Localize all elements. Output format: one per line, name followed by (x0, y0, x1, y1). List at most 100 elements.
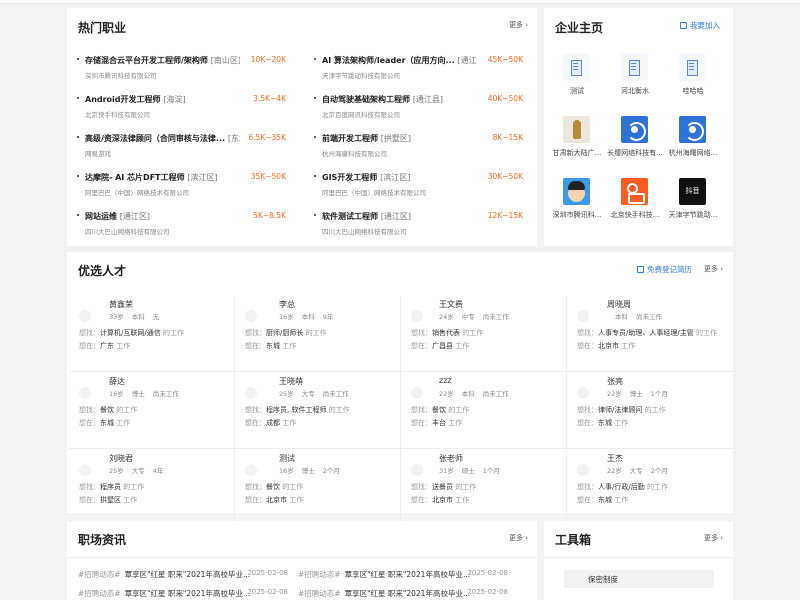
job-item[interactable]: GIS开发工程师 [滨江区] 30K~50K 阿里巴巴（中国）网络技术有限公司 (314, 172, 529, 200)
job-item[interactable]: 前端开发工程师 [拱墅区] 8K~15K 杭州海康科技有限公司 (314, 133, 529, 161)
job-title[interactable]: 高级/资深法律顾问（合同审核与法律... [东城] (85, 133, 240, 144)
company-card[interactable]: 河北衡水 (606, 54, 664, 96)
talent-name[interactable]: 张亮 (607, 376, 707, 387)
talent-education: 大专 (131, 467, 145, 475)
talent-age: 33岁 (109, 313, 124, 321)
talent-name[interactable]: 王文费 (439, 299, 539, 310)
bullet-dot (77, 175, 79, 177)
talent-card[interactable]: 张老师 31岁 硕士 1个月 想找：送餐员 的工作 想在：北京市 工作 (401, 450, 567, 526)
job-title[interactable]: 前端开发工程师 [拱墅区] (322, 133, 411, 144)
job-company[interactable]: 天津字节跳动科技有限公司 (322, 70, 400, 80)
work-word: 工作 (116, 419, 131, 427)
job-salary: 30K~50K (487, 172, 523, 181)
talent-want: 想找：送餐员 的工作 (411, 482, 476, 492)
work-word: 工作 (123, 496, 138, 504)
talent-card[interactable]: 王晓萌 25岁 大专 尚未工作 想找：程序员, 软件工程师 的工作 想在：成都 工作 (235, 373, 401, 449)
job-company[interactable]: 阿里巴巴（中国）网络技术有限公司 (85, 187, 189, 197)
talent-card[interactable]: 测试 16岁 博士 2个月 想找：餐饮 的工作 想在：北京市 工作 (235, 450, 401, 526)
talent-name[interactable]: 张老师 (439, 453, 539, 464)
job-title[interactable]: 存储混合云平台开发工程师/架构师 [南山区] (85, 55, 240, 66)
job-company[interactable]: 网易游戏 (85, 148, 111, 158)
job-company[interactable]: 北京快手科技有限公司 (85, 109, 150, 119)
job-item[interactable]: AI 算法架构师/leader（应用方向... [通江县] 45K~50K 天津字节… (314, 55, 529, 83)
talent-card[interactable]: 王杰 22岁 大专 2个月 想找：人事/行政/后勤 的工作 想在：东城 工作 (567, 450, 733, 526)
job-item[interactable]: 达摩院- AI 芯片DFT工程师 [滨江区] 35K~50K 阿里巴巴（中国）网络技… (77, 172, 292, 200)
talent-name[interactable]: 李总 (279, 299, 379, 310)
talents-more-link[interactable]: 更多 (704, 264, 723, 274)
job-title[interactable]: 软件测试工程师 [通江区] (322, 211, 411, 222)
job-title[interactable]: GIS开发工程师 [滨江区] (322, 172, 410, 183)
toolbox-item[interactable]: 保密制度 (564, 570, 714, 588)
talent-card[interactable]: 张亮 22岁 博士 1个月 想找：律师/法律顾问 的工作 想在：东城 工作 (567, 373, 733, 449)
company-card[interactable]: 深圳市腾讯科... (548, 178, 606, 220)
news-item[interactable]: #招聘动态# 覃享区"红星 职来"2021年高校毕业... 2025-02-08 (78, 588, 288, 600)
talent-name[interactable]: 测试 (279, 453, 379, 464)
talent-name[interactable]: 周晓周 (607, 299, 707, 310)
place-label: 想在： (245, 419, 266, 427)
job-title[interactable]: Android开发工程师 [海淀] (85, 94, 186, 105)
job-company[interactable]: 四川大巴山网络科技有限公司 (322, 226, 407, 236)
page-top-strip (0, 0, 800, 4)
bullet-dot (77, 214, 79, 216)
company-card[interactable]: 抖音 天津字节跳动... (664, 178, 722, 220)
job-item[interactable]: 存储混合云平台开发工程师/架构师 [南山区] 10K~20K 深圳市腾讯科技有限公司 (77, 55, 292, 83)
company-card[interactable]: 长缨网络科技有... (606, 116, 664, 158)
talent-card[interactable]: zzz 22岁 本科 尚未工作 想找：餐饮 的工作 想在：丰台 工作 (401, 373, 567, 449)
register-resume-link[interactable]: 免费登记简历 (637, 264, 692, 275)
bullet-dot (314, 97, 316, 99)
work-suffix: 的工作 (282, 483, 304, 491)
news-item[interactable]: #招聘动态# 覃享区"红星 职来"2021年高校毕业... 2025-02-08 (78, 569, 288, 581)
talent-card[interactable]: 黄鑫荣 33岁 本科无想找：计算机/互联网/通信 的工作 想在：广东 工作 (69, 296, 235, 372)
toolbox-more-link[interactable]: 更多 (704, 533, 723, 543)
douyin-logo: 抖音 (679, 178, 706, 205)
news-item[interactable]: #招聘动态# 覃享区"红星 职来"2021年高校毕业... 2025-02-08 (298, 588, 508, 600)
talent-name[interactable]: 刘晓君 (109, 453, 209, 464)
job-company[interactable]: 杭州海康科技有限公司 (322, 148, 387, 158)
news-more-link[interactable]: 更多 (509, 533, 528, 543)
talent-card[interactable]: 李总 16岁 本科 9年 想找：厨师/厨师长 的工作 想在：东城 工作 (235, 296, 401, 372)
job-item[interactable]: 自动驾驶基础架构工程师 [通江县] 40K~50K 北京百度网讯科技有限公司 (314, 94, 529, 122)
join-link[interactable]: 我要加入 (680, 20, 720, 31)
job-item[interactable]: 网站运维 [通江区] 5K~8.5K 四川大巴山网络科技有限公司 (77, 211, 292, 239)
job-item[interactable]: 高级/资深法律顾问（合同审核与法律... [东城] 6.5K~35K 网易游戏 (77, 133, 292, 161)
job-title[interactable]: 达摩院- AI 芯片DFT工程师 [滨江区] (85, 172, 218, 183)
job-item[interactable]: 软件测试工程师 [通江区] 12K~15K 四川大巴山网络科技有限公司 (314, 211, 529, 239)
company-card[interactable]: 甘肃新大陆广... (548, 116, 606, 158)
news-item[interactable]: #招聘动态# 覃享区"红星 职来"2021年高校毕业... 2025-02-08 (298, 569, 508, 581)
want-label: 想找： (411, 329, 432, 337)
job-title[interactable]: 自动驾驶基础架构工程师 [通江县] (322, 94, 443, 105)
want-value: 程序员, 软件工程师 (266, 406, 327, 414)
talent-experience: 无 (152, 313, 160, 321)
job-title[interactable]: 网站运维 [通江区] (85, 211, 150, 222)
want-value: 人事/行政/后勤 (598, 483, 645, 491)
talent-age: 25岁 (279, 390, 294, 398)
talent-want: 想找：人事专员/助理、人事经理/主管 的工作 (577, 328, 717, 338)
talent-name[interactable]: 薛达 (109, 376, 209, 387)
talent-card[interactable]: 王文费 24岁 中专 尚未工作 想找：销售代表 的工作 想在：广昌县 工作 (401, 296, 567, 372)
talent-place: 想在：北京市 工作 (411, 495, 469, 505)
job-company[interactable]: 阿里巴巴（中国）网络技术有限公司 (322, 187, 426, 197)
talent-education: 本科 (301, 313, 315, 321)
talent-age: 22岁 (607, 390, 622, 398)
job-company[interactable]: 深圳市腾讯科技有限公司 (85, 70, 157, 80)
job-company[interactable]: 四川大巴山网络科技有限公司 (85, 226, 170, 236)
sculpture-logo (563, 116, 590, 143)
talent-card[interactable]: 薛达 16岁 博士 尚未工作 想找：餐饮 的工作 想在：东城 工作 (69, 373, 235, 449)
talent-card[interactable]: 周晓周 本科 尚未工作 想找：人事专员/助理、人事经理/主管 的工作 想在：北京市 工作 (567, 296, 733, 372)
talent-name[interactable]: 黄鑫荣 (109, 299, 209, 310)
company-card[interactable]: 北京快手科技... (606, 178, 664, 220)
talent-card[interactable]: 刘晓君 25岁 大专 4年 想找：程序员 的工作 想在：拱墅区 工作 (69, 450, 235, 526)
company-card[interactable]: 哇哈哈 (664, 54, 722, 96)
hot-jobs-more-link[interactable]: 更多 (509, 20, 528, 30)
talent-name[interactable]: zzz (439, 376, 539, 385)
job-item[interactable]: Android开发工程师 [海淀] 3.5K~4K 北京快手科技有限公司 (77, 94, 292, 122)
talent-name[interactable]: 王晓萌 (279, 376, 379, 387)
company-card[interactable]: 测试 (548, 54, 606, 96)
news-text: 覃享区"红星 职来"2021年高校毕业... (124, 570, 251, 579)
work-word: 工作 (116, 342, 131, 350)
talent-name[interactable]: 王杰 (607, 453, 707, 464)
company-card[interactable]: 杭州海曙网络... (664, 116, 722, 158)
job-company[interactable]: 北京百度网讯科技有限公司 (322, 109, 400, 119)
job-title[interactable]: AI 算法架构师/leader（应用方向... [通江县] (322, 55, 477, 66)
hot-jobs-title: 热门职业 (78, 21, 127, 35)
